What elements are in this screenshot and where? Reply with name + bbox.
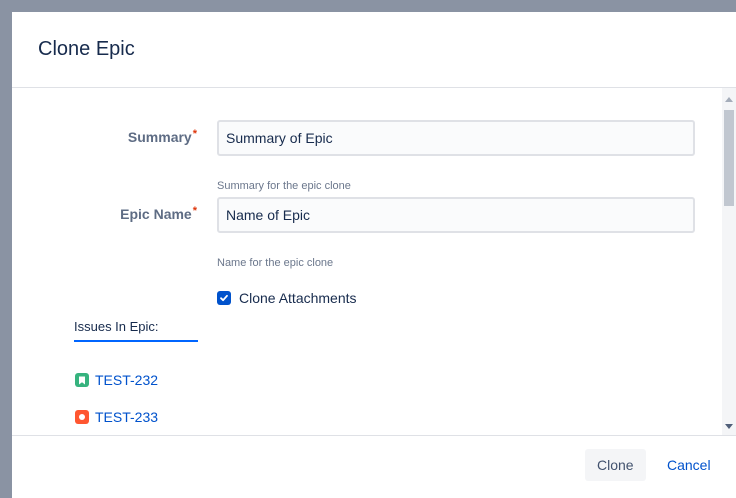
required-marker: * [192, 205, 197, 217]
issue-item: TEST-233 [75, 409, 158, 425]
summary-label-text: Summary [127, 129, 192, 145]
scroll-down-arrow-icon[interactable] [725, 424, 733, 429]
clone-attachments-label[interactable]: Clone Attachments [239, 290, 357, 306]
scrollbar-thumb[interactable] [724, 110, 734, 206]
epic-name-input[interactable] [217, 197, 695, 233]
clone-attachments-checkbox[interactable] [217, 291, 231, 305]
checkmark-icon [220, 294, 228, 302]
epic-name-row: Epic Name* [12, 197, 722, 233]
dialog-title: Clone Epic [38, 38, 135, 60]
clone-epic-dialog: Clone Epic Summary* Summary for the epic… [12, 12, 736, 498]
issue-item: TEST-232 [75, 372, 158, 388]
epic-name-label: Epic Name* [120, 205, 197, 222]
summary-row: Summary* [12, 120, 722, 156]
summary-input[interactable] [217, 120, 695, 156]
clone-button[interactable]: Clone [585, 449, 646, 481]
epic-name-label-text: Epic Name [120, 206, 192, 222]
scrollbar[interactable] [722, 88, 736, 435]
bug-icon [75, 410, 89, 424]
epic-name-help-text: Name for the epic clone [217, 257, 334, 269]
issue-link-test-232[interactable]: TEST-232 [95, 372, 158, 388]
scroll-up-arrow-icon[interactable] [725, 97, 733, 102]
dialog-body: Summary* Summary for the epic clone Epic… [12, 88, 736, 435]
cancel-button[interactable]: Cancel [660, 449, 718, 481]
summary-help-text: Summary for the epic clone [217, 180, 351, 192]
dialog-footer: Clone Cancel [12, 435, 736, 498]
summary-label: Summary* [127, 128, 197, 145]
story-icon [75, 373, 89, 387]
issues-in-epic-heading: Issues In Epic: [74, 319, 198, 342]
clone-attachments-row: Clone Attachments [217, 290, 357, 306]
dialog-header: Clone Epic [12, 12, 736, 88]
issue-link-test-233[interactable]: TEST-233 [95, 409, 158, 425]
required-marker: * [192, 128, 197, 140]
